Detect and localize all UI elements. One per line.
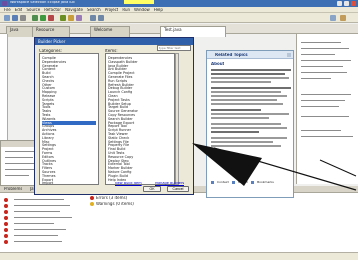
annotation-arrow: [192, 143, 357, 191]
